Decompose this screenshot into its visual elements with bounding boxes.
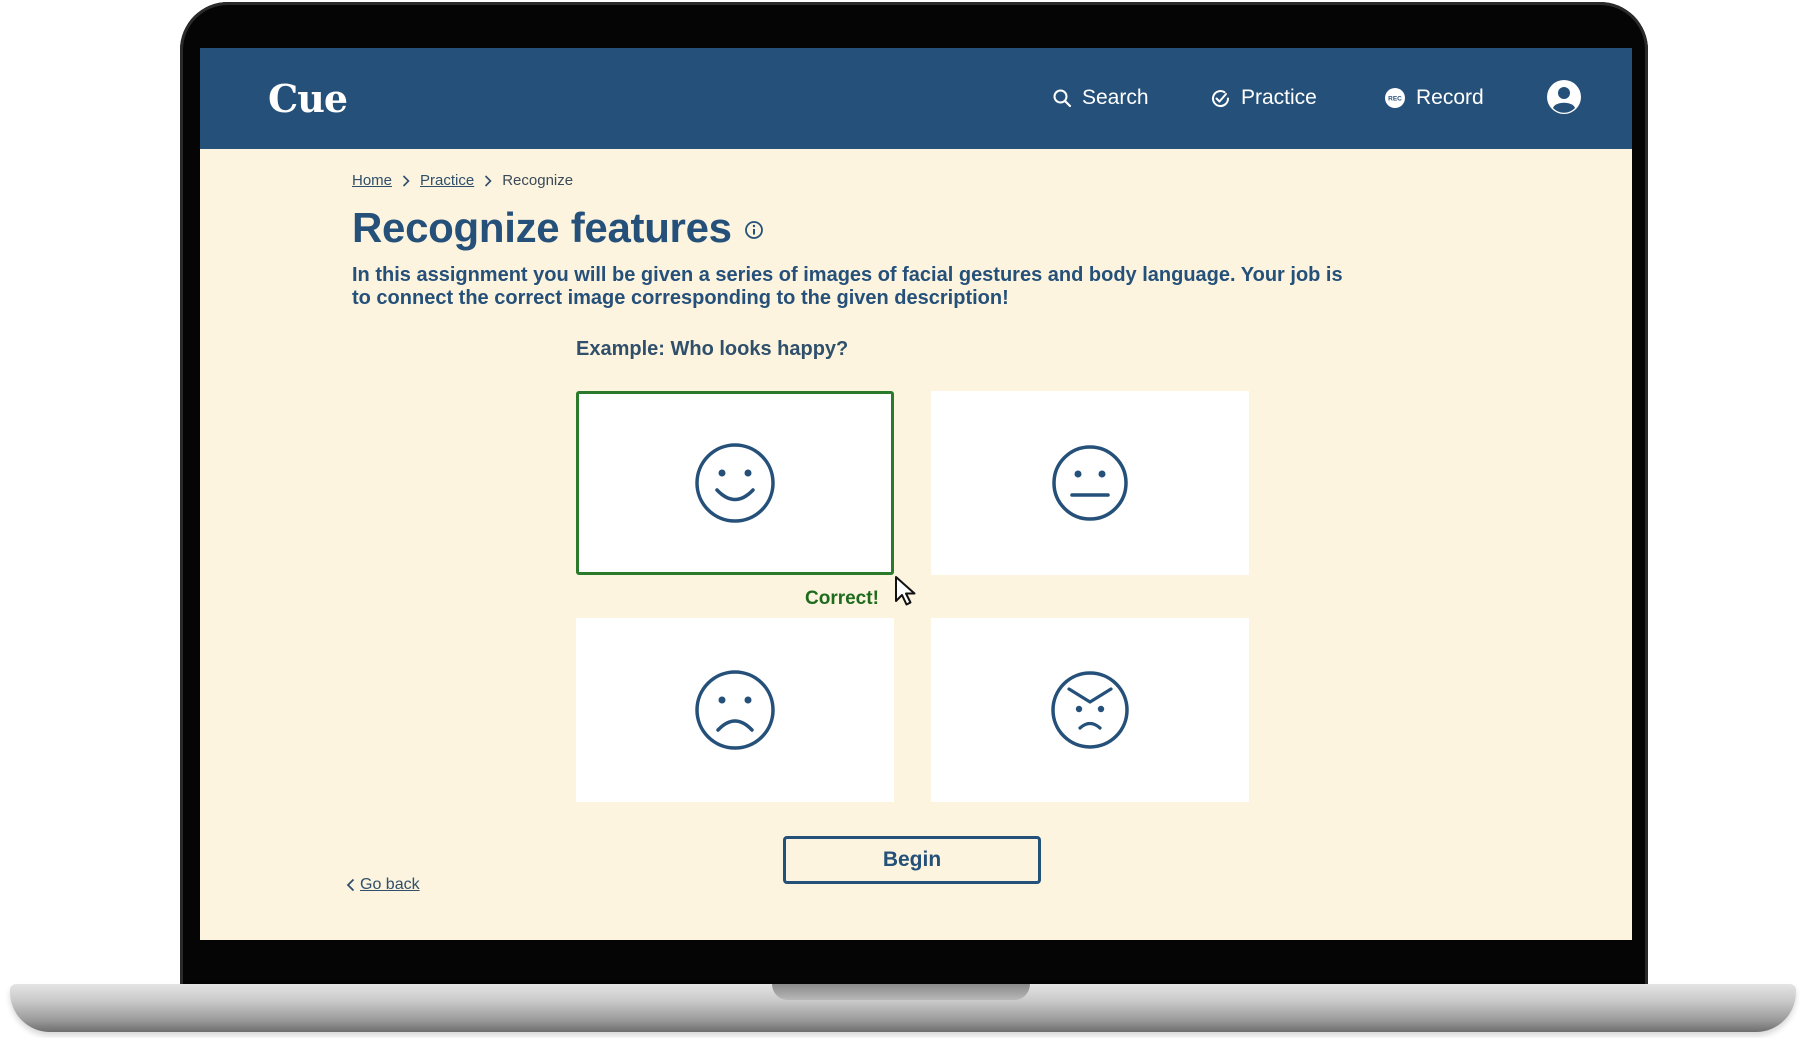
answer-card-neutral[interactable] [931, 391, 1249, 575]
answer-card-angry[interactable] [931, 618, 1249, 802]
answer-card-sad[interactable] [576, 618, 894, 802]
breadcrumb-practice[interactable]: Practice [420, 172, 474, 189]
angry-face-icon [1051, 671, 1129, 749]
begin-button[interactable]: Begin [783, 836, 1041, 884]
info-icon[interactable] [744, 220, 764, 240]
app-logo[interactable]: Cue [268, 76, 348, 121]
nav-search[interactable]: Search [1052, 82, 1149, 114]
check-circle-icon [1212, 89, 1230, 107]
chevron-right-icon [402, 174, 410, 187]
app-screen: Cue Search Practice REC Record Home Prac… [200, 48, 1632, 940]
nav-record[interactable]: REC Record [1384, 82, 1484, 114]
go-back-label: Go back [360, 876, 420, 893]
breadcrumb: Home Practice Recognize [352, 172, 573, 189]
sad-face-icon [695, 670, 775, 750]
record-icon: REC [1385, 88, 1405, 108]
page-description: In this assignment you will be given a s… [352, 264, 1343, 309]
navbar: Cue Search Practice REC Record [200, 48, 1632, 149]
go-back-link[interactable]: Go back [346, 876, 420, 894]
breadcrumb-home[interactable]: Home [352, 172, 392, 189]
nav-search-label: Search [1082, 86, 1149, 109]
chevron-right-icon [484, 174, 492, 187]
laptop-notch [772, 984, 1030, 1000]
nav-practice[interactable]: Practice [1210, 82, 1317, 114]
user-avatar-icon[interactable] [1546, 79, 1582, 115]
breadcrumb-current: Recognize [502, 172, 574, 189]
smiley-face-icon [695, 443, 775, 523]
feedback-correct: Correct! [805, 588, 879, 609]
neutral-face-icon [1052, 445, 1128, 521]
example-prompt: Example: Who looks happy? [576, 338, 849, 360]
nav-practice-label: Practice [1241, 86, 1317, 109]
mouse-pointer-icon [895, 576, 916, 606]
search-icon [1053, 89, 1072, 108]
chevron-left-icon [346, 878, 355, 892]
title-row: Recognize features [352, 204, 764, 252]
answer-card-happy[interactable] [576, 391, 894, 575]
nav-record-label: Record [1416, 86, 1484, 109]
record-badge-text: REC [1388, 96, 1402, 103]
page-title: Recognize features [352, 204, 732, 251]
